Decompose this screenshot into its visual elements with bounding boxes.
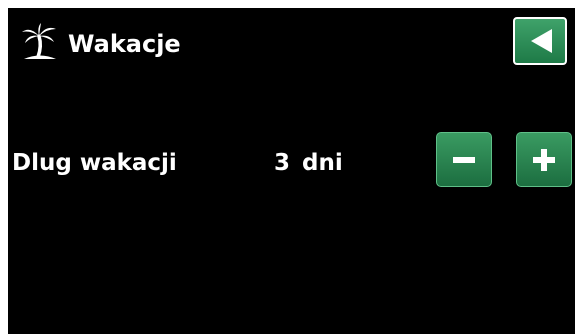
- page-title: Wakacje: [68, 30, 181, 58]
- decrease-button[interactable]: [436, 132, 492, 187]
- increase-button[interactable]: [516, 132, 572, 187]
- duration-value-display: 3 dni: [274, 148, 343, 178]
- duration-value: 3: [274, 150, 291, 176]
- plus-icon: [533, 149, 555, 171]
- back-arrow-icon: [531, 29, 552, 53]
- duration-unit: dni: [302, 150, 343, 176]
- screen: Wakacje Dlug wakacji 3 dni: [8, 8, 575, 334]
- duration-label: Dlug wakacji: [12, 150, 177, 176]
- palm-tree-icon: [20, 22, 60, 62]
- minus-icon: [453, 157, 475, 163]
- back-button[interactable]: [513, 17, 567, 65]
